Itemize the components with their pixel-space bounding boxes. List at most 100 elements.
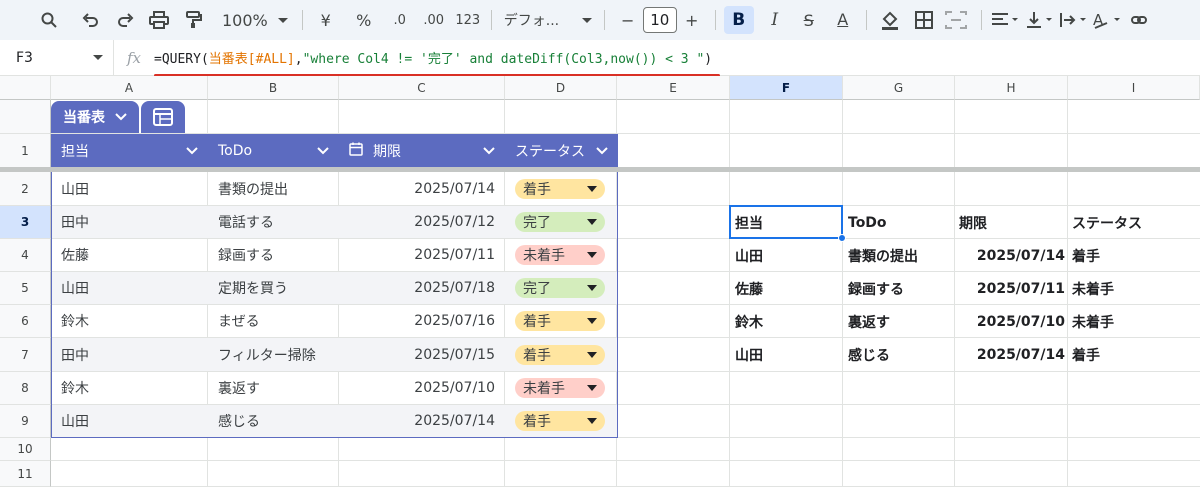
decrease-decimal-button[interactable]: .0: [385, 6, 415, 34]
query-result-cell[interactable]: 2025/07/14: [955, 338, 1065, 372]
column-header-e[interactable]: E: [617, 76, 730, 100]
query-result-cell[interactable]: 着手: [1072, 338, 1180, 372]
column-header-c[interactable]: C: [339, 76, 505, 100]
row-header-7[interactable]: 7: [0, 338, 51, 372]
table-column-header[interactable]: ToDo: [208, 134, 339, 167]
row-header-4[interactable]: 4: [0, 239, 51, 272]
grid-line: [51, 460, 1200, 461]
row-header-1[interactable]: 1: [0, 134, 51, 168]
table-name: 当番表: [63, 110, 105, 126]
fill-handle[interactable]: [838, 234, 846, 242]
chevron-down-icon[interactable]: [483, 143, 495, 159]
table-column-header[interactable]: 担当: [51, 134, 208, 167]
text-color-label: A: [837, 10, 849, 29]
table-body-border: [51, 172, 618, 438]
percent-format-button[interactable]: %: [349, 6, 379, 34]
horizontal-align-icon[interactable]: [990, 6, 1020, 34]
toolbar-divider: [490, 10, 492, 30]
formula-input[interactable]: =QUERY(当番表[#ALL],"where Col4 != '完了' and…: [154, 48, 720, 77]
column-header-i[interactable]: I: [1068, 76, 1200, 100]
column-header-d[interactable]: D: [505, 76, 617, 100]
row-header-5[interactable]: 5: [0, 272, 51, 305]
strikethrough-button[interactable]: S: [794, 6, 824, 34]
borders-icon[interactable]: [909, 6, 939, 34]
text-color-button[interactable]: A: [828, 6, 858, 34]
query-result-cell[interactable]: 裏返す: [848, 305, 956, 338]
query-header-cell[interactable]: 期限: [955, 206, 1065, 239]
spreadsheet-grid[interactable]: A B C D E F G H I 1 2 3 4 5 6 7 8 9 10 11 当番表 担当 ToDo 期限 ステータス 山田…: [0, 76, 1200, 487]
undo-icon[interactable]: [76, 6, 106, 34]
font-family-select[interactable]: デフォ...: [500, 6, 596, 34]
row-header-2[interactable]: 2: [0, 172, 51, 206]
query-result-cell[interactable]: 2025/07/14: [955, 239, 1065, 272]
zoom-select[interactable]: 100%: [216, 6, 294, 34]
vertical-align-icon[interactable]: [1024, 6, 1054, 34]
chevron-down-icon[interactable]: [596, 143, 608, 159]
query-result-cell[interactable]: 山田: [735, 239, 843, 272]
fill-color-icon[interactable]: [875, 6, 905, 34]
column-header-h[interactable]: H: [955, 76, 1068, 100]
query-result-cell[interactable]: 佐藤: [735, 272, 843, 305]
column-header-a[interactable]: A: [51, 76, 208, 100]
chevron-down-icon: [115, 109, 127, 125]
increase-font-size-button[interactable]: +: [677, 6, 707, 34]
query-result-cell[interactable]: 未着手: [1072, 305, 1180, 338]
decrease-decimal-label: .0: [393, 12, 406, 28]
text-wrapping-icon[interactable]: [1058, 6, 1088, 34]
table-name-button[interactable]: 当番表: [51, 101, 139, 133]
row-header-11[interactable]: 11: [0, 461, 51, 487]
name-box[interactable]: F3: [0, 40, 114, 75]
chevron-down-icon[interactable]: [186, 143, 198, 159]
text-rotation-icon[interactable]: A: [1092, 6, 1122, 34]
query-result-cell[interactable]: 感じる: [848, 338, 956, 372]
formula-function: =QUERY(: [154, 52, 209, 67]
italic-button[interactable]: I: [760, 6, 790, 34]
query-result-cell[interactable]: 2025/07/10: [955, 305, 1065, 338]
number-format-button[interactable]: 123: [453, 6, 483, 34]
column-header-f[interactable]: F: [730, 76, 843, 100]
grid-line: [1067, 100, 1068, 487]
row-header-6[interactable]: 6: [0, 305, 51, 338]
row-header-10[interactable]: 10: [0, 438, 51, 461]
column-header-g[interactable]: G: [843, 76, 955, 100]
formula-query-string: "where Col4 != '完了' and dateDiff(Col3,no…: [302, 52, 705, 67]
query-result-cell[interactable]: 鈴木: [735, 305, 843, 338]
query-result-cell[interactable]: 山田: [735, 338, 843, 372]
selected-cell-outline: [729, 205, 843, 239]
merge-cells-icon[interactable]: [943, 6, 973, 34]
toolbar: 100% ¥ % .0 .00 123 デフォ... − 10 + B I S …: [0, 0, 1200, 40]
insert-link-icon[interactable]: [1124, 6, 1154, 34]
query-result-cell[interactable]: 着手: [1072, 239, 1180, 272]
select-all-corner[interactable]: [0, 76, 51, 100]
query-result-cell[interactable]: 未着手: [1072, 272, 1180, 305]
chevron-down-icon[interactable]: [317, 143, 329, 159]
increase-decimal-button[interactable]: .00: [419, 6, 449, 34]
font-size-input[interactable]: 10: [642, 7, 677, 33]
table-column-header[interactable]: ステータス: [505, 134, 618, 167]
table-column-header[interactable]: 期限: [339, 134, 505, 167]
row-header-9[interactable]: 9: [0, 405, 51, 438]
query-result-cell[interactable]: 書類の提出: [848, 239, 956, 272]
formula-bar: F3 fx =QUERY(当番表[#ALL],"where Col4 != '完…: [0, 40, 1200, 77]
decrease-font-size-button[interactable]: −: [613, 6, 643, 34]
query-result-cell[interactable]: 2025/07/11: [955, 272, 1065, 305]
print-icon[interactable]: [144, 6, 174, 34]
number-format-label: 123: [455, 12, 481, 28]
bold-button[interactable]: B: [723, 6, 754, 34]
row-header-8[interactable]: 8: [0, 372, 51, 405]
column-header-b[interactable]: B: [208, 76, 339, 100]
table-tab: 当番表: [51, 101, 185, 133]
table-view-icon[interactable]: [141, 101, 185, 133]
search-menus-icon[interactable]: [34, 6, 64, 34]
toolbar-divider: [714, 10, 716, 30]
increase-decimal-label: .00: [423, 12, 445, 28]
query-result-cell[interactable]: 録画する: [848, 272, 956, 305]
table-column-header-label: ステータス: [515, 143, 585, 160]
chevron-down-icon: [277, 17, 288, 23]
row-header-3[interactable]: 3: [0, 206, 51, 239]
query-header-cell[interactable]: ToDo: [848, 206, 956, 239]
currency-format-button[interactable]: ¥: [311, 6, 341, 34]
query-header-cell[interactable]: ステータス: [1072, 206, 1180, 239]
paint-format-icon[interactable]: [178, 6, 208, 34]
redo-icon[interactable]: [110, 6, 140, 34]
